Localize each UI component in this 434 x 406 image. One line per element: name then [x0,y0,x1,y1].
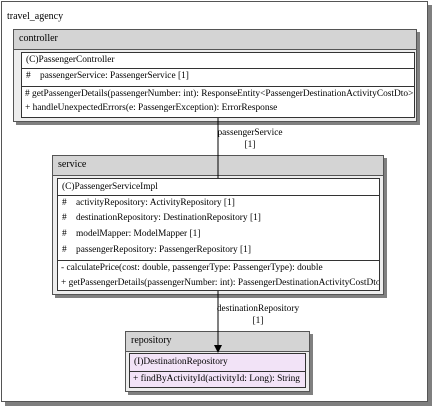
arrowhead-icon [214,345,222,353]
connector-multiplicity: [1] [244,140,256,150]
connector-multiplicity: [1] [252,316,264,326]
connector-label-passenger-service: passengerService [217,128,283,138]
connector-lines [214,118,222,353]
connector-label-destination-repository: destinationRepository [216,304,300,314]
